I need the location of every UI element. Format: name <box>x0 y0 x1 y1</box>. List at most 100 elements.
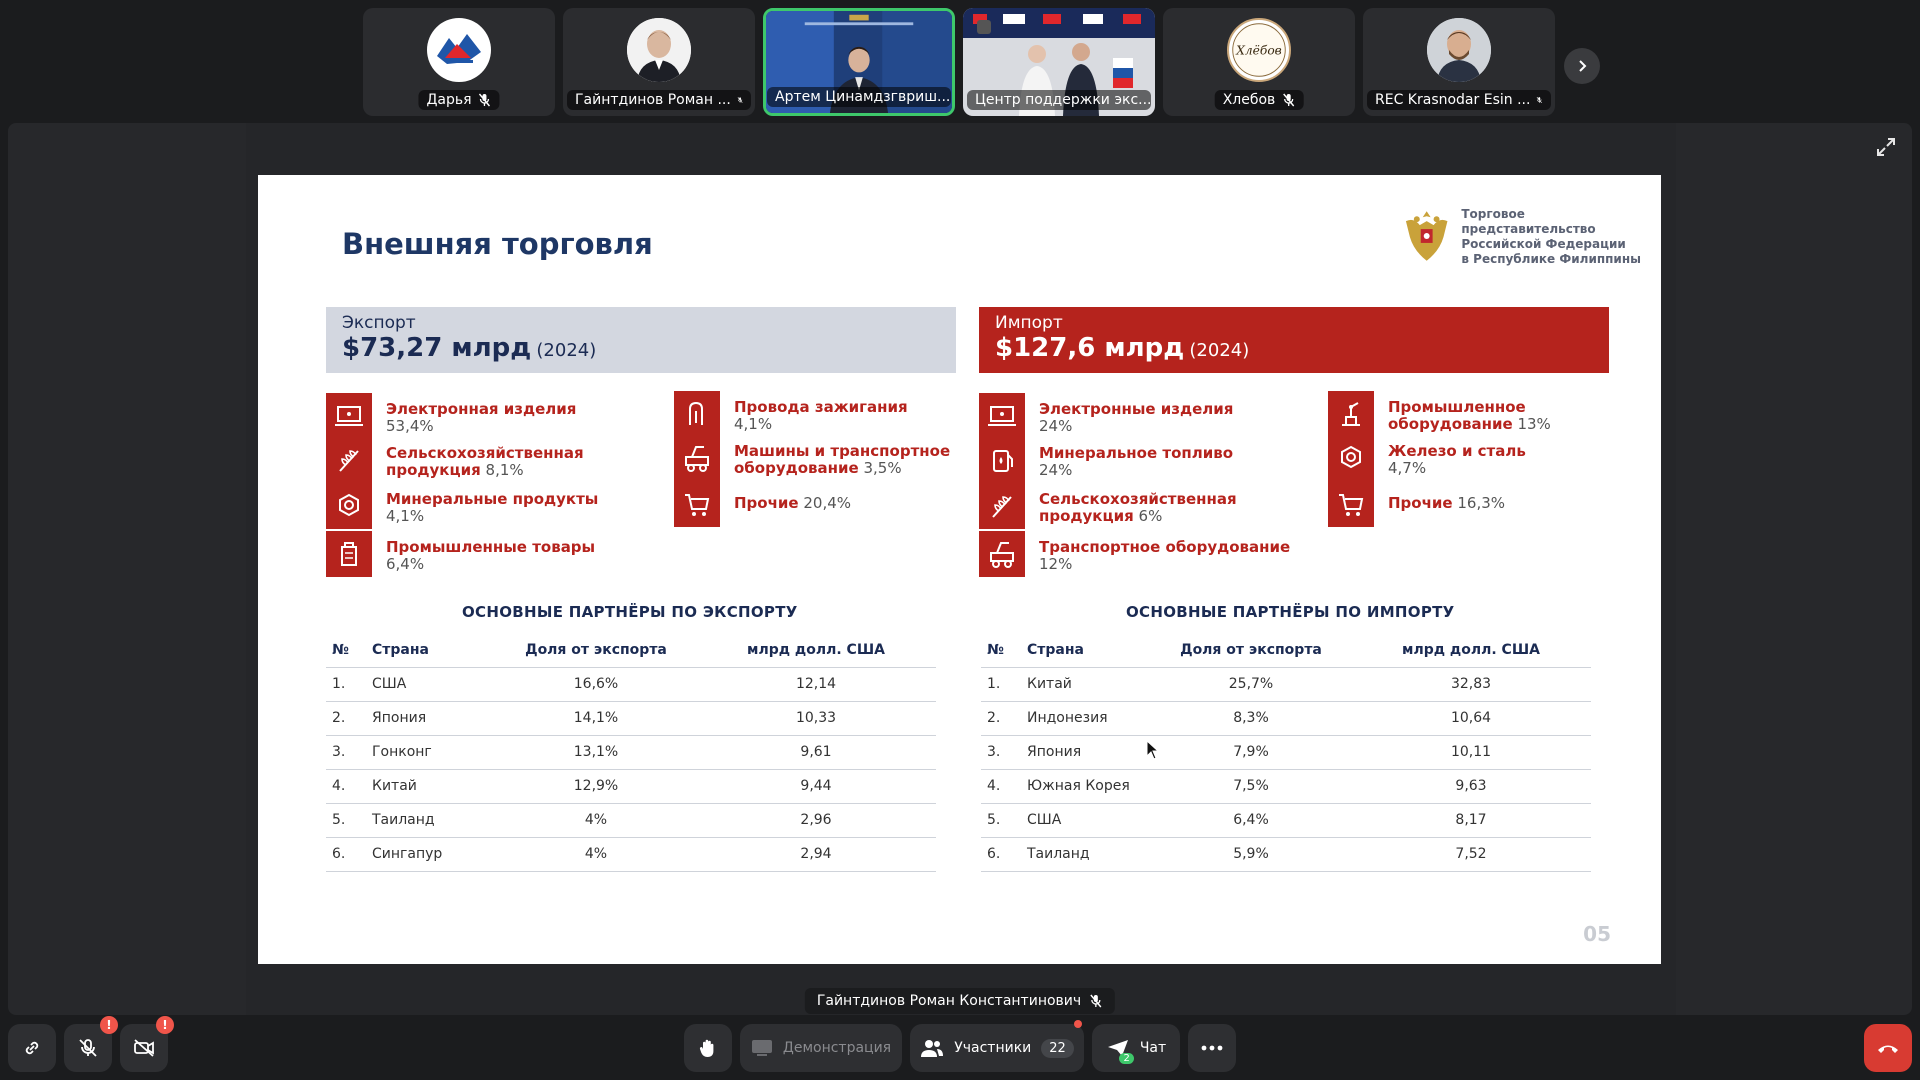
category-name: Электронные изделия <box>1039 400 1234 418</box>
import-partners-title: ОСНОВНЫЕ ПАРТНЁРЫ ПО ИМПОРТУ <box>1126 603 1455 621</box>
rank-cell: 2. <box>326 701 366 736</box>
rank-cell: 6. <box>326 837 366 872</box>
participant-tile[interactable]: Гайнтдинов Роман ... <box>563 8 755 116</box>
value-cell: 9,61 <box>696 735 936 770</box>
participants-count: 22 <box>1041 1038 1074 1058</box>
hand-icon <box>699 1039 714 1057</box>
table-row: 4. Южная Корея 7,5% 9,63 <box>981 769 1591 804</box>
export-year: (2024) <box>536 340 597 361</box>
country-cell: Япония <box>1021 735 1151 770</box>
participants-button[interactable]: Участники 22 <box>910 1020 1084 1072</box>
camera-toggle-button[interactable]: ! <box>120 1016 174 1072</box>
cart-icon <box>1328 481 1374 527</box>
table-header-row: № Страна Доля от экспорта млрд долл. США <box>326 633 936 668</box>
rank-cell: 6. <box>981 837 1021 872</box>
category-share: 4,7% <box>1388 459 1427 477</box>
category-share: 6% <box>1138 507 1163 525</box>
hang-up-icon <box>1878 1045 1898 1053</box>
country-cell: Таиланд <box>366 803 496 838</box>
column-header: Страна <box>1021 633 1151 668</box>
export-category-item: Провода зажигания 4,1% <box>674 391 1014 437</box>
import-category-item: Прочие 16,3% <box>1328 481 1668 527</box>
coat-of-arms-icon <box>1405 211 1448 261</box>
chat-label: Чат <box>1139 1040 1167 1056</box>
transport-icon <box>979 531 1025 577</box>
column-header: млрд долл. США <box>1351 633 1591 668</box>
column-header: млрд долл. США <box>696 633 936 668</box>
raise-hand-button[interactable] <box>684 1024 732 1072</box>
category-share: 4,1% <box>386 507 425 525</box>
value-cell: 2,94 <box>696 837 936 872</box>
copy-link-button[interactable] <box>8 1024 56 1072</box>
value-cell: 9,63 <box>1351 769 1591 804</box>
table-row: 3. Гонконг 13,1% 9,61 <box>326 735 936 770</box>
wheat-icon <box>326 437 372 483</box>
rank-cell: 1. <box>981 667 1021 702</box>
laptop-icon <box>979 393 1025 439</box>
fullscreen-button[interactable] <box>1874 135 1898 159</box>
value-cell: 10,33 <box>696 701 936 736</box>
category-share: 6,4% <box>386 555 425 573</box>
chevron-right-icon <box>1579 60 1587 72</box>
link-icon <box>25 1041 39 1055</box>
participant-tile[interactable]: Центр поддержки экс... <box>963 8 1155 116</box>
import-category-item: Транспортное оборудование 12% <box>979 531 1319 577</box>
rank-cell: 5. <box>981 803 1021 838</box>
participant-tile-active[interactable]: Артем Цинамдзгвриш... <box>763 8 955 116</box>
share-cell: 5,9% <box>1151 837 1351 872</box>
import-category-item: Электронные изделия 24% <box>979 393 1319 439</box>
share-cell: 4% <box>496 803 696 838</box>
presentation-slide: Внешняя торговля Торговое представительс… <box>258 175 1661 964</box>
avatar: Хлёбов <box>1227 18 1291 82</box>
fuel-icon <box>979 437 1025 483</box>
export-header: Экспорт $73,27 млрд (2024) <box>326 307 956 373</box>
rank-cell: 4. <box>326 769 366 804</box>
column-header: № <box>326 633 366 668</box>
leave-call-button[interactable] <box>1864 1024 1912 1072</box>
active-speaker-label: Гайнтдинов Роман Константинович <box>804 988 1116 1014</box>
avatar <box>627 18 691 82</box>
camera-warning-badge: ! <box>156 1016 174 1034</box>
mouse-cursor-icon <box>1146 740 1160 760</box>
mic-warning-badge: ! <box>100 1016 118 1034</box>
category-share: 53,4% <box>386 417 434 435</box>
export-category-item: Сельскохозяйственная продукция 8,1% <box>326 437 666 483</box>
participant-tile[interactable]: REC Krasnodar Esin ... <box>1363 8 1555 116</box>
share-cell: 7,5% <box>1151 769 1351 804</box>
country-cell: Китай <box>366 769 496 804</box>
import-category-item: Железо и сталь 4,7% <box>1328 435 1668 481</box>
category-name: Машины и транспортное оборудование <box>734 442 951 477</box>
participant-name-tag: REC Krasnodar Esin ... <box>1367 90 1551 110</box>
rank-cell: 1. <box>326 667 366 702</box>
category-share: 3,5% <box>863 459 902 477</box>
trade-representation-text: Торговое представительство Российской Фе… <box>1461 207 1661 267</box>
import-label: Импорт <box>995 313 1063 333</box>
participant-tile[interactable]: Дарья <box>363 8 555 116</box>
slide-page-number: 05 <box>1583 922 1611 946</box>
screen-share-button[interactable]: Демонстрация <box>740 1024 902 1072</box>
category-share: 24% <box>1039 461 1073 479</box>
category-name: Промышленное оборудование <box>1388 398 1526 433</box>
share-cell: 6,4% <box>1151 803 1351 838</box>
import-header: Импорт $127,6 млрд (2024) <box>979 307 1609 373</box>
next-participants-button[interactable] <box>1564 48 1600 84</box>
participant-name: Дарья <box>426 92 472 108</box>
chat-button[interactable]: 2 Чат <box>1092 1024 1180 1072</box>
table-row: 6. Таиланд 5,9% 7,52 <box>981 837 1591 872</box>
value-cell: 8,17 <box>1351 803 1591 838</box>
import-amount: $127,6 млрд <box>995 333 1185 363</box>
more-options-button[interactable] <box>1188 1024 1236 1072</box>
country-cell: Индонезия <box>1021 701 1151 736</box>
column-header: № <box>981 633 1021 668</box>
microphone-toggle-button[interactable]: ! <box>64 1016 118 1072</box>
category-share: 4,1% <box>734 415 773 433</box>
participant-tile[interactable]: Хлёбов Хлебов <box>1163 8 1355 116</box>
mic-off-icon <box>79 1039 97 1057</box>
value-cell: 9,44 <box>696 769 936 804</box>
industrial-equipment-icon <box>1328 391 1374 437</box>
more-dots-icon <box>1201 1045 1223 1051</box>
country-cell: США <box>366 667 496 702</box>
export-amount: $73,27 млрд <box>342 333 532 363</box>
participant-name: Центр поддержки экс... <box>975 92 1152 108</box>
mic-off-icon <box>1282 93 1294 107</box>
